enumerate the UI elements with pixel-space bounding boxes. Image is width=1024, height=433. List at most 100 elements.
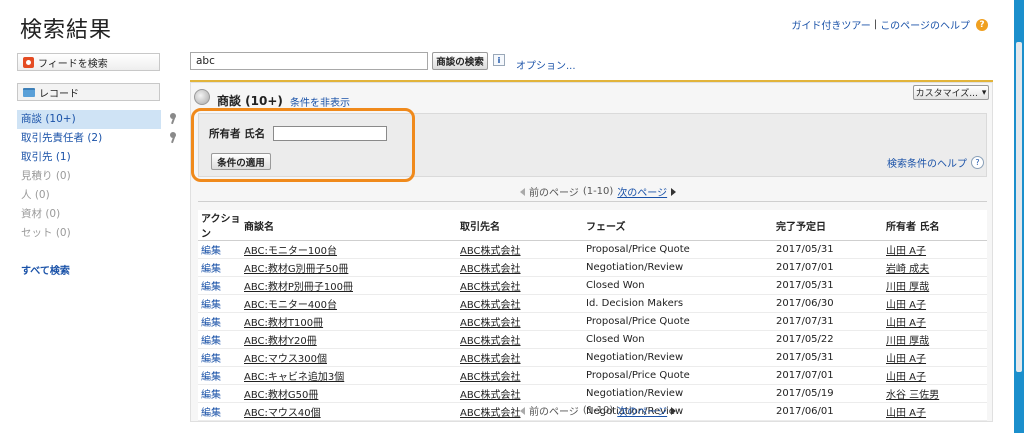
- edit-link[interactable]: 編集: [198, 294, 241, 313]
- sidebar-item-accounts[interactable]: 取引先 (1): [17, 148, 161, 167]
- guided-tour-link[interactable]: ガイド付きツアー: [791, 17, 870, 32]
- owner-link[interactable]: 山田 A子: [883, 366, 987, 385]
- opportunity-link[interactable]: ABC:キャビネ追加3個: [241, 366, 457, 385]
- page-range: (1-10): [582, 405, 614, 416]
- edit-link[interactable]: 編集: [198, 366, 241, 385]
- page-range: (1-10): [582, 186, 614, 197]
- table-row: 編集 ABC:教材G50冊 ABC株式会社 Negotiation/Review 201…: [198, 384, 987, 403]
- page-help-link[interactable]: このページのヘルプ: [880, 17, 970, 32]
- info-icon[interactable]: i: [493, 54, 505, 66]
- edit-link[interactable]: 編集: [198, 276, 241, 295]
- pin-icon[interactable]: [169, 132, 177, 144]
- edit-link[interactable]: 編集: [198, 240, 241, 259]
- owner-link[interactable]: 山田 A子: [883, 348, 987, 367]
- pin-icon[interactable]: [169, 113, 177, 125]
- owner-link[interactable]: 水谷 三佐男: [883, 384, 987, 403]
- prev-page: 前のページ: [529, 188, 579, 199]
- opportunity-link[interactable]: ABC:モニター100台: [241, 240, 457, 259]
- opportunity-link[interactable]: ABC:モニター400台: [241, 294, 457, 313]
- opportunity-link[interactable]: ABC:マウス40個: [241, 402, 457, 421]
- opportunity-link[interactable]: ABC:教材P別冊子100冊: [241, 276, 457, 295]
- stage-cell: Negotiation/Review: [583, 348, 773, 367]
- edit-link[interactable]: 編集: [198, 258, 241, 277]
- owner-link[interactable]: 山田 A子: [883, 402, 987, 421]
- col-owner-name[interactable]: 所有者 氏名: [883, 210, 987, 241]
- close-date-cell: 2017/07/01: [773, 366, 883, 385]
- sidebar-item-quotes: 見積り (0): [21, 170, 71, 182]
- account-link[interactable]: ABC株式会社: [457, 258, 583, 277]
- account-link[interactable]: ABC株式会社: [457, 276, 583, 295]
- highlight-annotation: [191, 108, 415, 182]
- account-link[interactable]: ABC株式会社: [457, 240, 583, 259]
- opportunity-link[interactable]: ABC:教材T100冊: [241, 312, 457, 331]
- stage-cell: Closed Won: [583, 330, 773, 349]
- col-close-date[interactable]: 完了予定日: [773, 210, 883, 241]
- edit-link[interactable]: 編集: [198, 348, 241, 367]
- col-account-name[interactable]: 取引先名: [457, 210, 583, 241]
- prev-arrow-icon: [520, 187, 525, 196]
- col-action: アクション: [198, 210, 241, 241]
- owner-link[interactable]: 山田 A子: [883, 294, 987, 313]
- next-page-link[interactable]: 次のページ: [617, 403, 667, 418]
- table-row: 編集 ABC:モニター100台 ABC株式会社 Proposal/Price Quot…: [198, 240, 987, 259]
- customize-dropdown[interactable]: カスタマイズ... ▾: [913, 85, 989, 100]
- edit-link[interactable]: 編集: [198, 384, 241, 403]
- edit-link[interactable]: 編集: [198, 330, 241, 349]
- close-date-cell: 2017/05/31: [773, 348, 883, 367]
- search-opportunities-button[interactable]: 商談の検索: [432, 52, 488, 70]
- owner-link[interactable]: 山田 A子: [883, 312, 987, 331]
- next-arrow-icon[interactable]: [671, 406, 677, 415]
- edit-link[interactable]: 編集: [198, 402, 241, 421]
- results-table: アクション 商談名 取引先名 フェーズ 完了予定日 所有者 氏名 編集 ABC:モ…: [198, 210, 987, 421]
- stage-cell: Proposal/Price Quote: [583, 366, 773, 385]
- col-opportunity-name[interactable]: 商談名: [241, 210, 457, 241]
- search-input[interactable]: abc: [190, 52, 428, 70]
- next-page-link[interactable]: 次のページ: [617, 184, 667, 199]
- hide-conditions-link[interactable]: 条件を非表示: [290, 94, 350, 109]
- account-link[interactable]: ABC株式会社: [457, 312, 583, 331]
- close-date-cell: 2017/05/31: [773, 240, 883, 259]
- sidebar-item-materials: 資材 (0): [21, 208, 61, 220]
- owner-link[interactable]: 山田 A子: [883, 240, 987, 259]
- sidebar-item-contacts[interactable]: 取引先責任者 (2): [17, 129, 176, 148]
- col-stage[interactable]: フェーズ: [583, 210, 773, 241]
- owner-link[interactable]: 川田 厚哉: [883, 330, 987, 349]
- table-row: 編集 ABC:モニター400台 ABC株式会社 Id. Decision Makers…: [198, 294, 987, 313]
- feed-icon: [23, 56, 34, 68]
- account-link[interactable]: ABC株式会社: [457, 294, 583, 313]
- account-link[interactable]: ABC株式会社: [457, 348, 583, 367]
- sidebar-item-opportunities[interactable]: 商談 (10+): [17, 110, 176, 129]
- stage-cell: Proposal/Price Quote: [583, 312, 773, 331]
- search-all-link[interactable]: すべて検索: [21, 262, 70, 277]
- stage-cell: Closed Won: [583, 276, 773, 295]
- scrollbar-thumb[interactable]: [1016, 42, 1022, 372]
- opportunity-link[interactable]: ABC:教材Y20冊: [241, 330, 457, 349]
- pager-top: 前のページ (1-10) 次のページ: [520, 184, 677, 199]
- table-row: 編集 ABC:マウス300個 ABC株式会社 Negotiation/Review 20…: [198, 348, 987, 367]
- table-row: 編集 ABC:キャビネ追加3個 ABC株式会社 Proposal/Price Quot…: [198, 366, 987, 385]
- opportunity-link[interactable]: ABC:教材G50冊: [241, 384, 457, 403]
- owner-link[interactable]: 岩崎 成夫: [883, 258, 987, 277]
- opportunity-link[interactable]: ABC:マウス300個: [241, 348, 457, 367]
- question-icon[interactable]: ?: [976, 18, 988, 31]
- account-link[interactable]: ABC株式会社: [457, 330, 583, 349]
- feed-search-button[interactable]: フィードを検索: [17, 53, 160, 71]
- chevron-down-icon: ▾: [981, 87, 987, 98]
- opportunity-icon: [194, 89, 210, 105]
- options-link[interactable]: オプション...: [516, 57, 576, 72]
- folder-icon: [23, 87, 35, 97]
- table-row: 編集 ABC:教材P別冊子100冊 ABC株式会社 Closed Won 2017/05…: [198, 276, 987, 295]
- help-separator: |: [873, 19, 878, 30]
- close-date-cell: 2017/05/19: [773, 384, 883, 403]
- scrollbar[interactable]: [1014, 0, 1024, 433]
- edit-link[interactable]: 編集: [198, 312, 241, 331]
- next-arrow-icon[interactable]: [671, 187, 677, 196]
- stage-cell: Negotiation/Review: [583, 384, 773, 403]
- filter-help-link[interactable]: 検索条件のヘルプ ?: [887, 155, 984, 170]
- pager-divider: [198, 201, 987, 202]
- opportunity-link[interactable]: ABC:教材G別冊子50冊: [241, 258, 457, 277]
- account-link[interactable]: ABC株式会社: [457, 384, 583, 403]
- owner-link[interactable]: 川田 厚哉: [883, 276, 987, 295]
- table-header-row: アクション 商談名 取引先名 フェーズ 完了予定日 所有者 氏名: [198, 210, 987, 241]
- account-link[interactable]: ABC株式会社: [457, 366, 583, 385]
